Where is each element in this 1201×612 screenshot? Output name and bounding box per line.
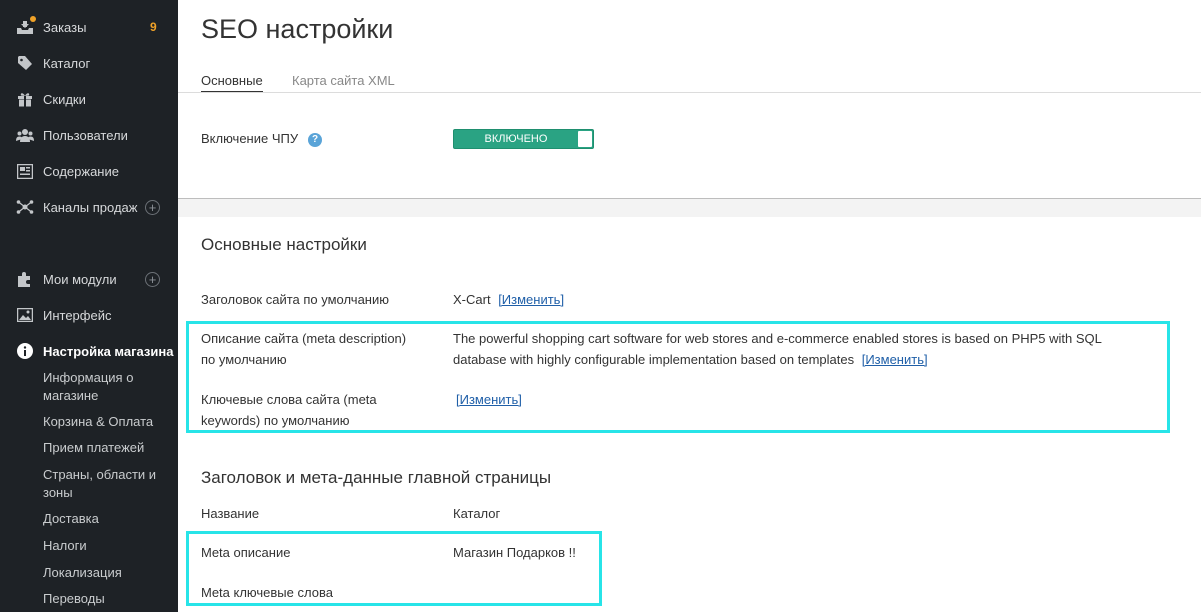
sidebar-item-orders[interactable]: Заказы 9 bbox=[0, 15, 178, 39]
sidebar-item-label: Интерфейс bbox=[43, 307, 112, 323]
image-icon bbox=[16, 307, 34, 323]
section-divider-band bbox=[178, 199, 1201, 217]
main-settings-title: Основные настройки bbox=[201, 235, 367, 254]
sidebar-item-interface[interactable]: Интерфейс bbox=[0, 303, 178, 327]
sidebar-subitem-translations[interactable]: Переводы bbox=[43, 590, 171, 608]
tag-icon bbox=[16, 55, 34, 71]
sidebar-subitem-countries[interactable]: Страны, области и зоны bbox=[43, 466, 171, 502]
highlight-box-home-meta bbox=[186, 531, 602, 606]
sidebar-item-label: Мои модули bbox=[43, 271, 117, 287]
sidebar-subitem-cart-checkout[interactable]: Корзина & Оплата bbox=[43, 413, 171, 431]
sidebar-item-label: Заказы bbox=[43, 19, 87, 35]
sidebar-item-catalog[interactable]: Каталог bbox=[0, 51, 178, 75]
sidebar-subitem-shipping[interactable]: Доставка bbox=[43, 510, 171, 528]
sidebar-subitem-store-info[interactable]: Информация о магазине bbox=[43, 369, 171, 405]
sidebar-item-users[interactable]: Пользователи bbox=[0, 123, 178, 147]
toggle-label: ВКЛЮЧЕНО bbox=[484, 133, 548, 145]
toggle-knob bbox=[578, 131, 592, 147]
home-meta-title: Заголовок и мета-данные главной страницы bbox=[201, 468, 552, 487]
edit-site-title-link[interactable]: [Изменить] bbox=[498, 292, 564, 307]
site-title-label: Заголовок сайта по умолчанию bbox=[201, 292, 389, 307]
sidebar-item-label: Каналы продаж bbox=[43, 199, 138, 215]
network-icon bbox=[16, 199, 34, 215]
tab-xml-sitemap[interactable]: Карта сайта XML bbox=[292, 73, 395, 91]
sidebar-item-label: Скидки bbox=[43, 91, 86, 107]
sidebar: Заказы 9 Каталог Скидки Пользователи Сод… bbox=[0, 0, 178, 612]
info-icon bbox=[16, 343, 34, 359]
sidebar-subitem-taxes[interactable]: Налоги bbox=[43, 537, 171, 555]
expand-plus-icon[interactable]: + bbox=[145, 271, 160, 287]
gift-icon bbox=[16, 91, 34, 107]
sidebar-item-label: Содержание bbox=[43, 163, 119, 179]
home-name-value: Каталог bbox=[453, 506, 501, 521]
expand-plus-icon[interactable]: + bbox=[145, 199, 160, 215]
orders-count-badge: 9 bbox=[150, 20, 157, 34]
sidebar-item-my-modules[interactable]: Мои модули + bbox=[0, 267, 178, 291]
content-icon bbox=[16, 163, 34, 179]
puzzle-icon bbox=[16, 271, 34, 287]
sidebar-item-label: Каталог bbox=[43, 55, 91, 71]
sidebar-item-sales-channels[interactable]: Каналы продаж + bbox=[0, 195, 178, 219]
sidebar-item-discounts[interactable]: Скидки bbox=[0, 87, 178, 111]
orders-icon bbox=[16, 16, 36, 35]
sidebar-item-label: Пользователи bbox=[43, 127, 128, 143]
main-content: SEO настройки Основные Карта сайта XML В… bbox=[178, 0, 1201, 612]
seo-urls-label: Включение ЧПУ bbox=[201, 131, 299, 146]
page-title: SEO настройки bbox=[201, 14, 394, 44]
home-name-label: Название bbox=[201, 506, 260, 521]
seo-urls-toggle[interactable]: ВКЛЮЧЕНО bbox=[453, 129, 594, 149]
sidebar-item-content[interactable]: Содержание bbox=[0, 159, 178, 183]
sidebar-subitem-localization[interactable]: Локализация bbox=[43, 564, 171, 582]
sidebar-item-label: Настройка магазина bbox=[43, 343, 174, 359]
seo-urls-row: Включение ЧПУ? bbox=[201, 128, 323, 149]
help-icon[interactable]: ? bbox=[308, 133, 323, 147]
tabs-divider bbox=[178, 92, 1201, 93]
sidebar-item-store-setup[interactable]: Настройка магазина bbox=[0, 339, 178, 363]
users-icon bbox=[16, 127, 34, 143]
sidebar-subitem-payments[interactable]: Прием платежей bbox=[43, 439, 171, 457]
site-title-value-row: X-Cart [Изменить] bbox=[453, 289, 564, 310]
site-title-value: X-Cart bbox=[453, 292, 491, 307]
highlight-box-main-meta bbox=[186, 321, 1170, 433]
tab-main[interactable]: Основные bbox=[201, 73, 263, 93]
